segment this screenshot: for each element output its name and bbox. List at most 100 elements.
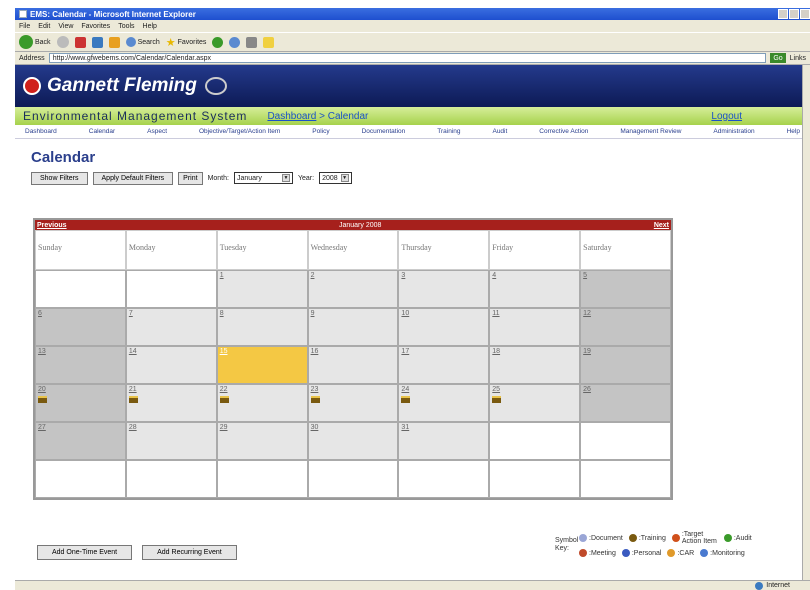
day-cell[interactable]: 1 xyxy=(216,270,308,308)
day-cell[interactable]: 2 xyxy=(307,270,399,308)
day-number[interactable]: 24 xyxy=(401,386,409,393)
favorites-button[interactable]: ★ Favorites xyxy=(166,36,207,49)
day-number[interactable]: 31 xyxy=(401,424,409,431)
day-cell[interactable]: 11 xyxy=(489,308,581,346)
day-cell[interactable]: 8 xyxy=(216,308,308,346)
nav-administration[interactable]: Administration xyxy=(713,128,754,135)
nav-aspect[interactable]: Aspect xyxy=(147,128,167,135)
nav-documentation[interactable]: Documentation xyxy=(362,128,406,135)
training-icon[interactable] xyxy=(310,396,320,403)
day-number[interactable]: 12 xyxy=(583,310,591,317)
day-cell[interactable]: 22 xyxy=(216,384,308,422)
media-icon[interactable] xyxy=(212,36,224,48)
day-cell[interactable]: 21 xyxy=(125,384,217,422)
home-icon[interactable] xyxy=(108,36,120,48)
day-number[interactable]: 23 xyxy=(311,386,319,393)
day-number[interactable]: 9 xyxy=(311,310,315,317)
day-number[interactable]: 16 xyxy=(311,348,319,355)
day-number[interactable]: 6 xyxy=(38,310,42,317)
day-number[interactable]: 2 xyxy=(311,272,315,279)
back-button[interactable]: Back xyxy=(19,35,51,49)
menu-view[interactable]: View xyxy=(58,23,73,30)
day-number[interactable]: 20 xyxy=(38,386,46,393)
go-button[interactable]: Go xyxy=(770,53,786,63)
refresh-icon[interactable] xyxy=(91,36,103,48)
nav-help[interactable]: Help xyxy=(787,128,800,135)
day-cell[interactable]: 29 xyxy=(216,422,308,460)
day-number[interactable]: 29 xyxy=(220,424,228,431)
training-icon[interactable] xyxy=(128,396,138,403)
day-cell[interactable]: 25 xyxy=(489,384,581,422)
day-number[interactable]: 7 xyxy=(129,310,133,317)
show-filters-button[interactable]: Show Filters xyxy=(31,171,88,185)
day-number[interactable]: 30 xyxy=(311,424,319,431)
stop-icon[interactable] xyxy=(74,36,86,48)
month-select[interactable]: January ▼ xyxy=(233,172,293,184)
day-number[interactable]: 21 xyxy=(129,386,137,393)
day-number[interactable]: 11 xyxy=(492,310,499,317)
day-number[interactable]: 5 xyxy=(583,272,587,279)
next-month-link[interactable]: Next xyxy=(654,222,669,229)
day-cell[interactable]: 12 xyxy=(580,308,671,346)
print-icon[interactable] xyxy=(246,36,258,48)
day-cell[interactable]: 3 xyxy=(398,270,490,308)
day-number[interactable]: 8 xyxy=(220,310,224,317)
day-cell[interactable]: 7 xyxy=(125,308,217,346)
day-number[interactable]: 14 xyxy=(129,348,137,355)
day-cell[interactable]: 10 xyxy=(398,308,490,346)
logout-link[interactable]: Logout xyxy=(711,111,742,122)
day-number[interactable]: 15 xyxy=(220,348,228,355)
day-cell[interactable]: 15 xyxy=(216,346,308,384)
add-recurring-event-button[interactable]: Add Recurring Event xyxy=(142,545,237,560)
nav-dashboard[interactable]: Dashboard xyxy=(25,128,57,135)
day-number[interactable]: 18 xyxy=(492,348,500,355)
day-cell[interactable]: 24 xyxy=(398,384,490,422)
menu-edit[interactable]: Edit xyxy=(38,23,50,30)
day-number[interactable]: 10 xyxy=(401,310,409,317)
menu-help[interactable]: Help xyxy=(143,23,157,30)
training-icon[interactable] xyxy=(38,396,47,403)
nav-policy[interactable]: Policy xyxy=(312,128,329,135)
nav-objective[interactable]: Objective/Target/Action Item xyxy=(199,128,280,135)
day-number[interactable]: 3 xyxy=(401,272,405,279)
previous-month-link[interactable]: Previous xyxy=(37,222,67,229)
links-label[interactable]: Links xyxy=(790,55,806,62)
day-number[interactable]: 22 xyxy=(220,386,228,393)
day-cell[interactable]: 13 xyxy=(35,346,126,384)
day-number[interactable]: 26 xyxy=(583,386,591,393)
day-cell[interactable]: 16 xyxy=(307,346,399,384)
day-cell[interactable]: 14 xyxy=(125,346,217,384)
address-input[interactable]: http://www.gfwebems.com/Calendar/Calenda… xyxy=(48,53,767,63)
folder-icon[interactable] xyxy=(263,36,275,48)
vertical-scrollbar[interactable] xyxy=(802,65,810,580)
day-number[interactable]: 25 xyxy=(492,386,500,393)
day-cell[interactable]: 23 xyxy=(307,384,399,422)
nav-audit[interactable]: Audit xyxy=(492,128,507,135)
minimize-button[interactable] xyxy=(778,9,788,19)
day-cell[interactable]: 30 xyxy=(307,422,399,460)
search-button[interactable]: Search xyxy=(125,37,160,47)
day-cell[interactable]: 6 xyxy=(35,308,126,346)
day-number[interactable]: 28 xyxy=(129,424,137,431)
day-number[interactable]: 13 xyxy=(38,348,46,355)
day-number[interactable]: 17 xyxy=(401,348,409,355)
day-number[interactable]: 19 xyxy=(583,348,591,355)
history-icon[interactable] xyxy=(229,36,241,48)
breadcrumb-dashboard-link[interactable]: Dashboard xyxy=(267,111,316,122)
day-cell[interactable]: 27 xyxy=(35,422,126,460)
maximize-button[interactable] xyxy=(789,9,799,19)
print-button[interactable]: Print xyxy=(178,171,203,185)
day-cell[interactable]: 4 xyxy=(489,270,581,308)
close-button[interactable] xyxy=(800,9,810,19)
apply-default-filters-button[interactable]: Apply Default Filters xyxy=(92,171,174,185)
nav-corrective-action[interactable]: Corrective Action xyxy=(539,128,588,135)
day-number[interactable]: 27 xyxy=(38,424,46,431)
day-cell[interactable]: 17 xyxy=(398,346,490,384)
nav-calendar[interactable]: Calendar xyxy=(89,128,115,135)
training-icon[interactable] xyxy=(401,396,411,403)
day-number[interactable]: 1 xyxy=(220,272,224,279)
day-number[interactable]: 4 xyxy=(492,272,496,279)
training-icon[interactable] xyxy=(492,396,502,403)
day-cell[interactable]: 31 xyxy=(398,422,490,460)
menu-file[interactable]: File xyxy=(19,23,30,30)
